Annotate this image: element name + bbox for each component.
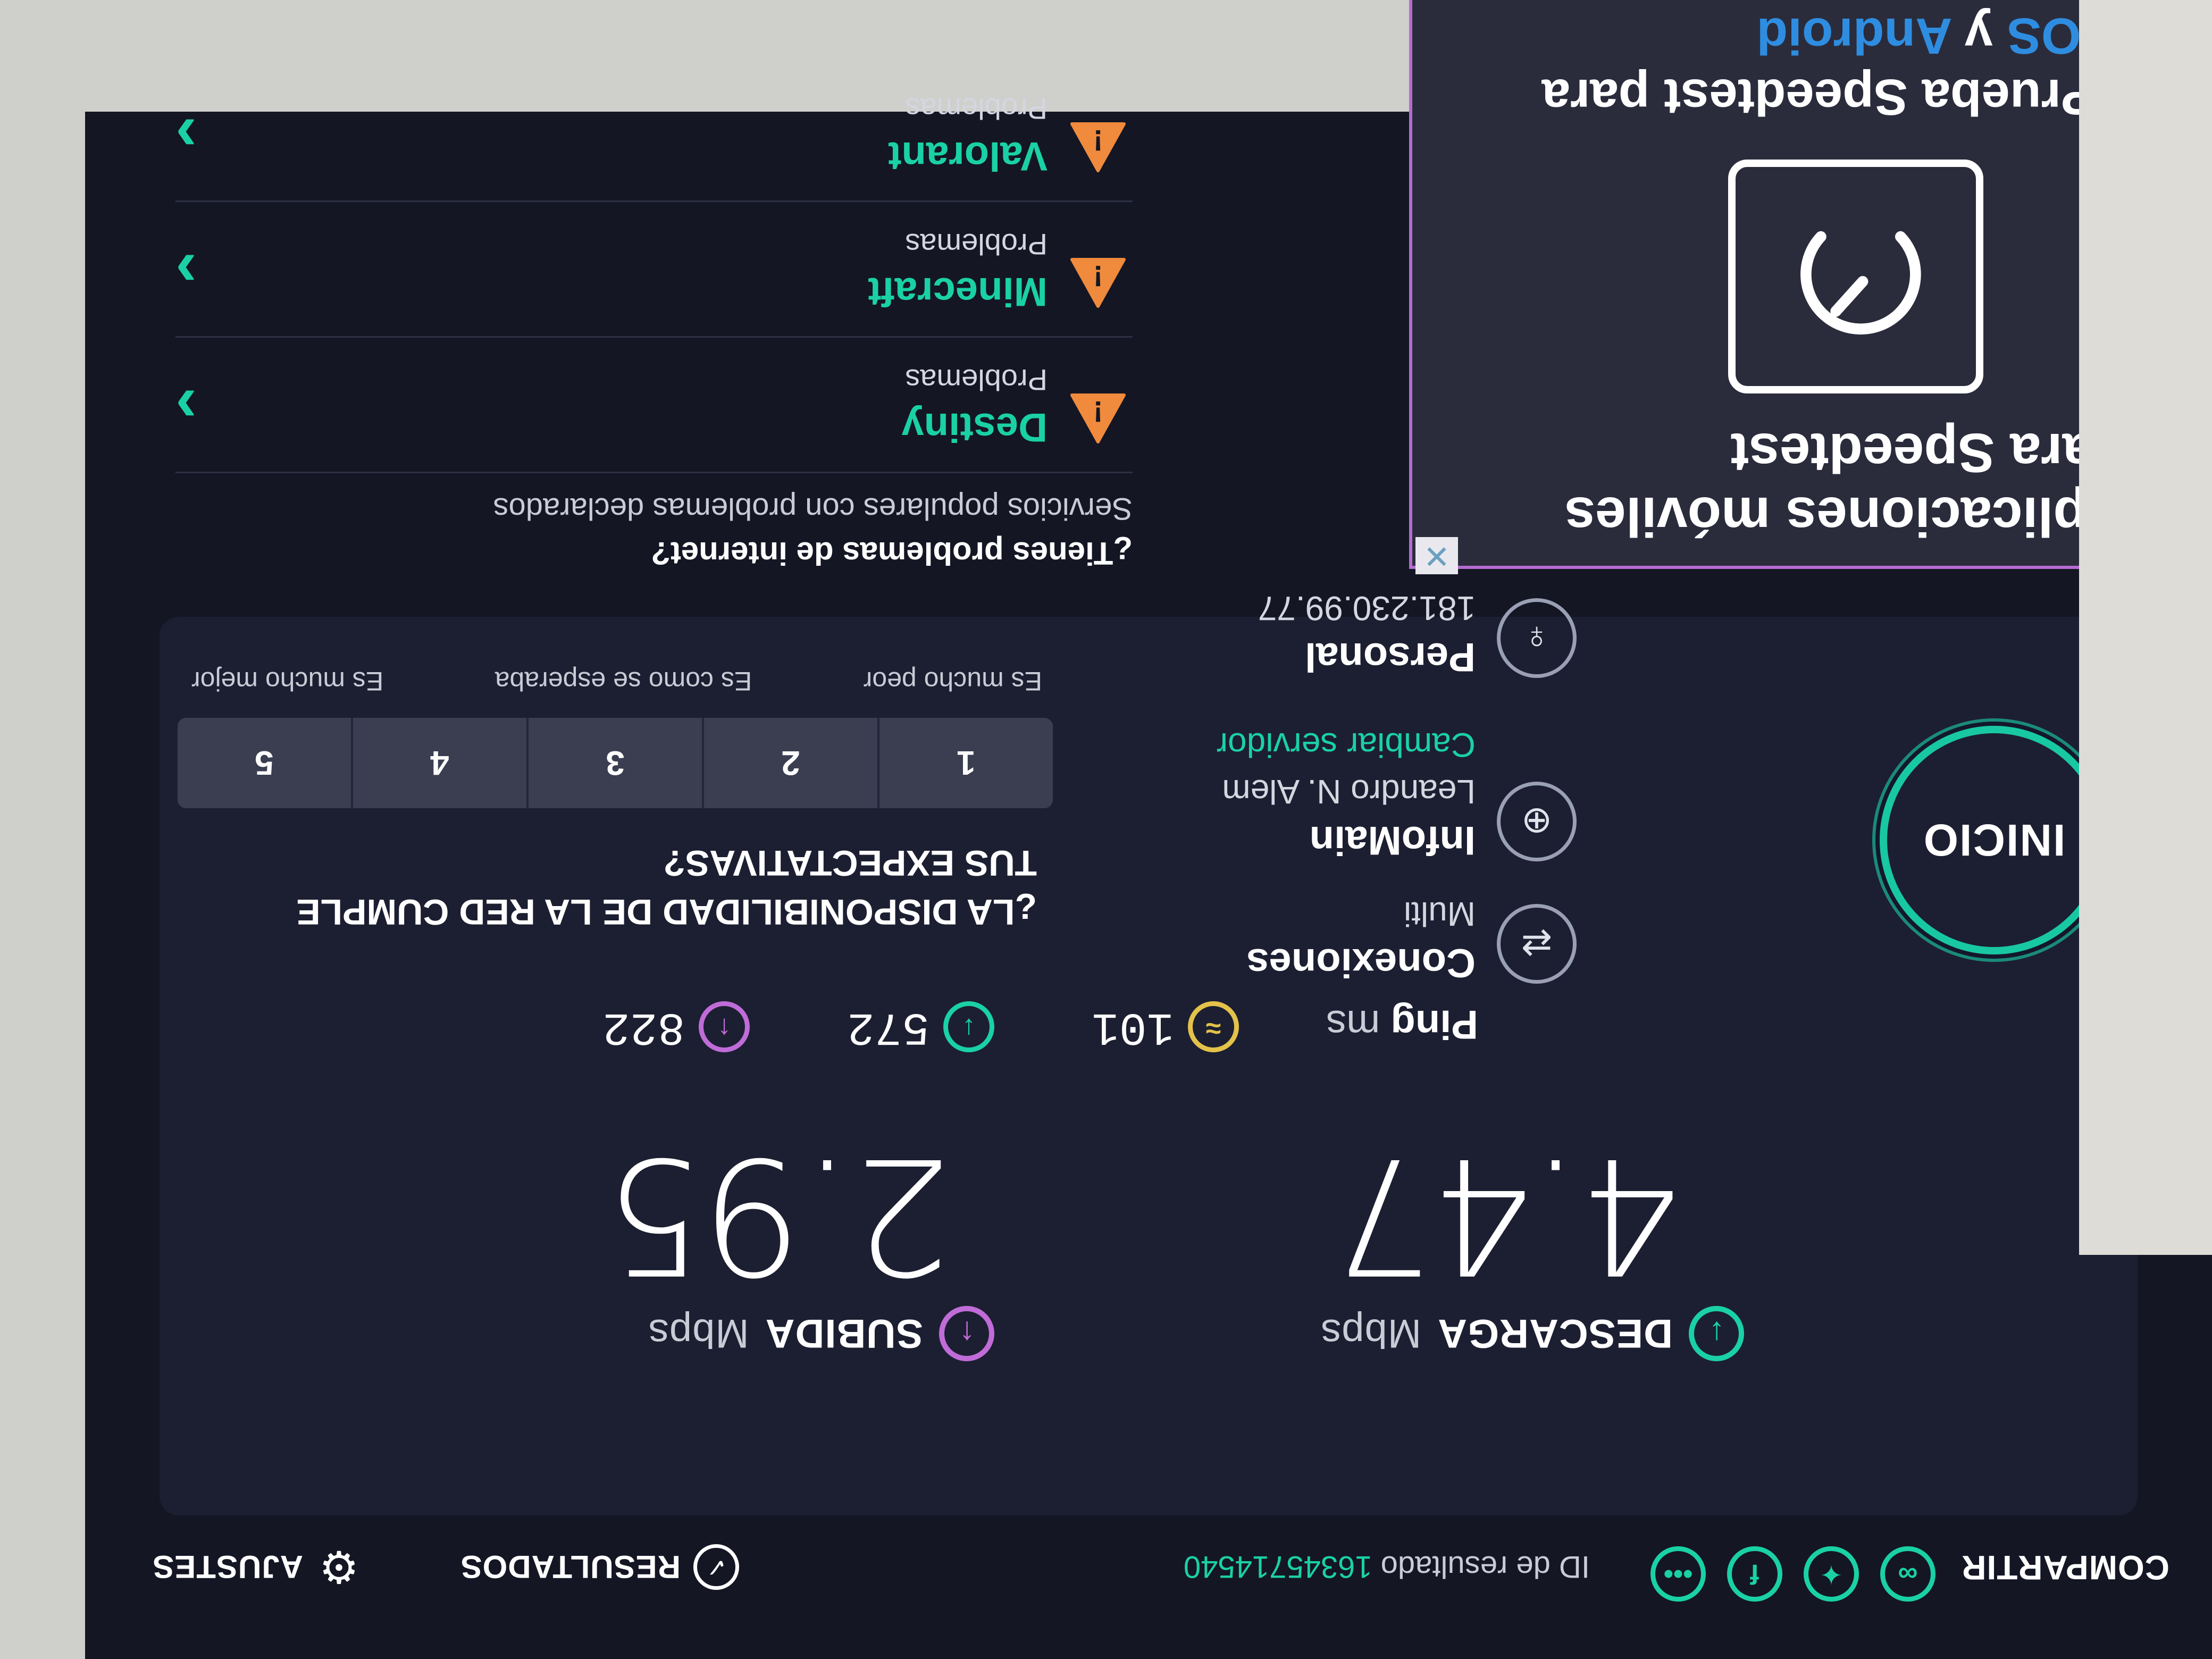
- chevron-right-icon[interactable]: ›: [175, 101, 197, 172]
- ping-download-value: 572: [847, 1001, 929, 1053]
- ad-title: Aplicaciones móviles para Speedtest: [1564, 422, 2127, 547]
- result-id: ID de resultado16345714540: [1184, 1549, 1590, 1585]
- chevron-right-icon[interactable]: ›: [175, 372, 197, 443]
- settings-button[interactable]: ⚙ AJUSTES: [152, 1542, 362, 1592]
- problems-title: ¿Tienes problemas de internet?: [651, 535, 1133, 571]
- server-location: Leandro N. Alem: [1222, 773, 1476, 811]
- twitter-icon[interactable]: ✦: [1804, 1546, 1859, 1602]
- rating-scale: 1 2 3 4 5: [178, 718, 1053, 808]
- rating-option-1[interactable]: 1: [877, 718, 1053, 808]
- ad-sub-prefix: Prueba Speedtest para: [1541, 69, 2095, 125]
- ping-upload: ↑ 822: [602, 1001, 750, 1053]
- ping-idle: ≈ 101: [1092, 1001, 1239, 1053]
- service-row-destiny[interactable]: ! Destiny Problemas ›: [175, 339, 1133, 473]
- ad-close-icon[interactable]: ✕: [1415, 537, 1458, 574]
- connections-icon: ⇄: [1497, 904, 1577, 984]
- photo-stage: COMPARTIR ∞ ✦ f ••• ID de resultado16345…: [0, 0, 2212, 1659]
- speedtest-app: COMPARTIR ∞ ✦ f ••• ID de resultado16345…: [85, 0, 2212, 1659]
- isp-name: Personal: [1304, 634, 1476, 680]
- settings-label: AJUSTES: [152, 1549, 303, 1585]
- service-name[interactable]: Valorant: [888, 133, 1048, 179]
- service-name[interactable]: Minecraft: [868, 269, 1048, 315]
- facebook-icon[interactable]: f: [1727, 1546, 1782, 1602]
- download-label: DESCARGA: [1437, 1311, 1673, 1356]
- ip-address: 181.230.99.77: [1258, 589, 1476, 628]
- service-status: Problemas: [905, 228, 1048, 261]
- connections-info: ⇄ Conexiones Multi: [1246, 894, 1577, 985]
- rating-option-5[interactable]: 5: [178, 718, 351, 808]
- svg-text:!: !: [1093, 124, 1103, 157]
- rating-option-2[interactable]: 2: [702, 718, 877, 808]
- survey-question: ¿LA DISPONIBILIDAD DE LA RED CUMPLE TUS …: [296, 843, 1037, 932]
- warning-icon: !: [1070, 258, 1126, 308]
- rating-scale-labels: Es mucho peor Es como se esperaba Es muc…: [191, 666, 1042, 697]
- share-label: COMPARTIR: [1961, 1548, 2169, 1587]
- gear-icon: ⚙: [318, 1542, 359, 1592]
- download-unit: Mbps: [1320, 1311, 1422, 1356]
- upload-header: ↑ SUBIDA Mbps: [648, 1306, 994, 1361]
- server-name: InfoMain: [1309, 818, 1476, 863]
- upload-value: 2.95: [605, 1122, 952, 1308]
- chevron-right-icon[interactable]: ›: [175, 237, 197, 308]
- check-icon: ✓: [693, 1544, 739, 1590]
- more-icon[interactable]: •••: [1650, 1546, 1706, 1602]
- ping-upload-value: 822: [602, 1001, 685, 1053]
- monitor-bezel: [2079, 0, 2212, 1255]
- result-card: ↓ DESCARGA Mbps 4.47 ↑ SUBIDA Mbps 2.95 …: [160, 589, 2138, 1515]
- rating-option-4[interactable]: 4: [351, 718, 526, 808]
- ping-upload-icon: ↑: [699, 1001, 750, 1052]
- upload-unit: Mbps: [648, 1311, 749, 1356]
- service-status: Problemas: [905, 363, 1048, 397]
- warning-icon: !: [1070, 122, 1126, 172]
- svg-text:!: !: [1093, 259, 1103, 293]
- problems-subtitle: Servicios populares con problemas declar…: [493, 491, 1133, 526]
- rating-mid-label: Es como se esperaba: [495, 666, 752, 696]
- ad-subtitle: Prueba Speedtest para iOS y Android: [1510, 5, 2095, 128]
- result-id-label: ID de resultado: [1380, 1549, 1590, 1584]
- change-server-link[interactable]: Cambiar servidor: [1217, 725, 1476, 765]
- ping-label-text: Ping: [1390, 1002, 1478, 1047]
- download-header: ↓ DESCARGA Mbps: [1320, 1306, 1744, 1361]
- server-info: ⊕ InfoMain Leandro N. Alem Cambiar servi…: [1217, 725, 1577, 863]
- ping-download: ↓ 572: [847, 1001, 994, 1053]
- ping-label: Pingms: [1326, 1001, 1478, 1048]
- ping-idle-icon: ≈: [1188, 1001, 1239, 1052]
- ping-idle-value: 101: [1092, 1001, 1174, 1053]
- ping-unit: ms: [1326, 1002, 1380, 1047]
- results-button[interactable]: ✓ RESULTADOS: [460, 1544, 739, 1590]
- user-icon: ♀: [1497, 598, 1577, 678]
- upload-arrow-icon: ↑: [939, 1306, 994, 1361]
- service-name[interactable]: Destiny: [901, 404, 1048, 450]
- ping-download-icon: ↓: [943, 1001, 994, 1052]
- svg-text:!: !: [1093, 395, 1103, 429]
- download-arrow-icon: ↓: [1689, 1306, 1744, 1361]
- download-value: 4.47: [1334, 1122, 1680, 1308]
- link-icon[interactable]: ∞: [1880, 1546, 1936, 1602]
- gauge-icon: [1800, 231, 1921, 334]
- share-icons: ∞ ✦ f •••: [1650, 1546, 1936, 1602]
- ad-android: Android: [1756, 7, 1953, 64]
- service-status: Problemas: [905, 92, 1048, 125]
- start-button[interactable]: INICIO: [1880, 726, 2108, 954]
- result-id-value[interactable]: 16345714540: [1184, 1549, 1372, 1584]
- results-label: RESULTADOS: [460, 1549, 681, 1585]
- rating-high-label: Es mucho mejor: [191, 666, 384, 696]
- connections-label: Conexiones: [1246, 940, 1476, 985]
- speedtest-logo: [1728, 160, 1983, 393]
- connections-value: Multi: [1403, 895, 1476, 934]
- warning-icon: !: [1070, 393, 1126, 443]
- upload-label: SUBIDA: [765, 1311, 923, 1356]
- ad-and: y: [1964, 7, 1993, 64]
- service-row-valorant[interactable]: ! Valorant Problemas ›: [175, 68, 1133, 202]
- isp-info: ♀ Personal 181.230.99.77: [1258, 589, 1577, 680]
- globe-icon: ⊕: [1497, 782, 1577, 861]
- rating-low-label: Es mucho peor: [863, 666, 1042, 696]
- service-row-minecraft[interactable]: ! Minecraft Problemas ›: [175, 203, 1133, 338]
- rating-option-3[interactable]: 3: [526, 718, 702, 808]
